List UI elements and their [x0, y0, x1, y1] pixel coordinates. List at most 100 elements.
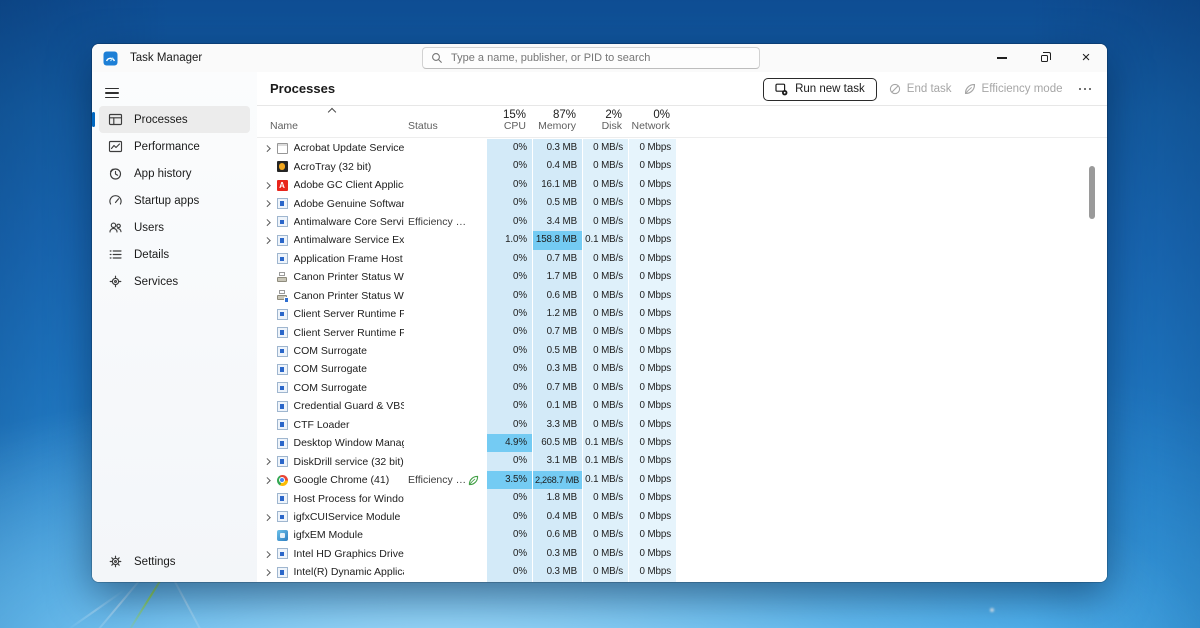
column-header-status[interactable]: Status: [408, 120, 438, 132]
cell-value: 0.5 MB: [532, 194, 582, 213]
search-input[interactable]: [451, 52, 751, 64]
cell-value: 0.7 MB: [532, 249, 582, 269]
process-row[interactable]: A Adobe GC Client Application (… 0%16.1 MB…: [257, 175, 1107, 195]
expand-chevron-icon[interactable]: [264, 458, 271, 465]
efficiency-leaf-icon: [468, 475, 479, 485]
sidebar-item-app-history[interactable]: App history: [99, 160, 250, 187]
process-name-cell: COM Surrogate: [257, 360, 404, 378]
efficiency-mode-button[interactable]: Efficiency mode: [964, 83, 1063, 95]
sidebar-item-processes[interactable]: Processes: [92, 106, 250, 133]
process-row[interactable]: Canon Printer Status Window 0%1.7 MB0 MB/…: [257, 268, 1107, 287]
process-row[interactable]: igfxEM Module 0% 0.6 MB 0 MB/s 0 Mbps: [257, 526, 1107, 545]
process-row[interactable]: CTF Loader 0% 3.3 MB 0 MB/s 0 Mbps: [257, 415, 1107, 434]
process-name-cell: Canon Printer Status Window …: [257, 287, 404, 305]
cell-value: 0%: [486, 452, 532, 471]
column-header-memory[interactable]: 87% Memory: [532, 106, 582, 137]
cell-value: 0.6 MB: [532, 526, 582, 545]
column-header-network[interactable]: 0% Network: [628, 106, 676, 137]
sort-ascending-icon: [327, 107, 337, 117]
cell-value: 0%: [486, 139, 532, 158]
process-row[interactable]: DiskDrill service (32 bit) 0% 3.1 MB 0.1 MB…: [257, 452, 1107, 471]
expand-chevron-icon[interactable]: [264, 145, 271, 152]
column-header-cpu[interactable]: 15% CPU: [486, 106, 532, 137]
column-header-disk[interactable]: 2% Disk: [582, 106, 628, 137]
process-status-cell: [404, 489, 486, 507]
process-name-cell: igfxCUIService Module: [257, 508, 404, 526]
menu-toggle-button[interactable]: [102, 80, 132, 106]
restore-button[interactable]: [1023, 44, 1065, 72]
search-box[interactable]: [422, 47, 760, 69]
process-row[interactable]: Application Frame Host 0% 0.7 MB 0 MB/s 0 Mb…: [257, 249, 1107, 269]
run-new-task-button[interactable]: Run new task: [763, 77, 877, 101]
process-row[interactable]: Adobe Genuine Software Servi…0%0.5 MB0 M…: [257, 194, 1107, 213]
sidebar-item-label: Startup apps: [134, 194, 200, 207]
process-row[interactable]: Desktop Window Manager 4.9%60.5 MB0.1 MB/…: [257, 434, 1107, 453]
cell-value: 0 MB/s: [582, 544, 628, 564]
sidebar-item-services[interactable]: Services: [99, 268, 250, 295]
app-window-icon: [276, 419, 288, 431]
expand-chevron-icon[interactable]: [264, 550, 271, 558]
expand-chevron-icon[interactable]: [264, 476, 271, 484]
more-options-button[interactable]: [1075, 87, 1096, 91]
process-row[interactable]: Intel HD Graphics Drivers for …0%0.3 MB0…: [257, 544, 1107, 564]
restore-icon: [1040, 52, 1051, 62]
sidebar-item-users[interactable]: Users: [99, 214, 250, 241]
process-row[interactable]: Intel(R) Dynamic Application L…0%0.3 MB0…: [257, 563, 1107, 582]
cell-value: 0.7 MB: [532, 323, 582, 342]
sidebar-item-performance[interactable]: Performance: [99, 133, 250, 160]
sidebar-item-startup-apps[interactable]: Startup apps: [99, 187, 250, 214]
process-row[interactable]: Credential Guard & VBS Key Is…0%0.1 MB0 …: [257, 397, 1107, 416]
process-status-cell: [404, 434, 486, 452]
sidebar-item-settings[interactable]: Settings: [99, 548, 250, 575]
process-name: COM Surrogate: [293, 363, 368, 376]
process-row[interactable]: COM Surrogate 0% 0.5 MB 0 MB/s 0 Mbps: [257, 341, 1107, 361]
cell-value: 4.9%: [486, 434, 532, 453]
process-row[interactable]: Host Process for Windows Tasks0%1.8 MB0 …: [257, 489, 1107, 508]
cell-value: 1.7 MB: [532, 268, 582, 287]
cell-value: 0%: [486, 323, 532, 342]
cell-value: 1.8 MB: [532, 489, 582, 508]
sidebar-item-label: Users: [134, 221, 165, 234]
process-status-cell: [404, 323, 486, 341]
cell-value: 0%: [486, 360, 532, 379]
process-row[interactable]: Google Chrome (41) Efficiency … 3.5% 2,268.…: [257, 470, 1107, 490]
process-row[interactable]: Canon Printer Status Window …0%0.6 MB0 M…: [257, 286, 1107, 305]
expand-chevron-icon[interactable]: [264, 200, 271, 207]
process-row[interactable]: Antimalware Service Executable 1.0%158.8 …: [257, 231, 1107, 250]
cell-value: 0 Mbps: [628, 249, 676, 269]
sidebar-item-label: App history: [134, 167, 192, 180]
process-name-cell: CTF Loader: [257, 416, 404, 434]
app-window-icon: [276, 548, 288, 560]
services-icon: [109, 275, 122, 288]
sidebar: Processes Performance App history Startup a…: [92, 72, 257, 582]
process-name-cell: Acrobat Update Service (32 bit): [257, 139, 404, 157]
expand-chevron-icon[interactable]: [264, 218, 271, 226]
process-row[interactable]: AcroTray (32 bit) 0% 0.4 MB 0 MB/s 0 Mbps: [257, 157, 1107, 176]
minimize-button[interactable]: [981, 44, 1023, 72]
scrollbar-thumb[interactable]: [1089, 166, 1095, 219]
cell-value: 0%: [486, 544, 532, 564]
process-row[interactable]: Client Server Runtime Process0%1.2 MB0 M…: [257, 304, 1107, 324]
cell-value: 0.1 MB/s: [582, 452, 628, 471]
cell-value: 16.1 MB: [532, 175, 582, 195]
sidebar-item-label: Details: [134, 248, 170, 261]
close-button[interactable]: [1065, 44, 1107, 72]
process-row[interactable]: COM Surrogate 0% 0.7 MB 0 MB/s 0 Mbps: [257, 378, 1107, 398]
sidebar-item-label: Services: [134, 275, 179, 288]
process-row[interactable]: Client Server Runtime Process0%0.7 MB0 M…: [257, 323, 1107, 342]
expand-chevron-icon[interactable]: [264, 569, 271, 576]
process-row[interactable]: COM Surrogate 0% 0.3 MB 0 MB/s 0 Mbps: [257, 360, 1107, 379]
expand-chevron-icon[interactable]: [264, 513, 271, 521]
app-window-icon: [276, 216, 288, 228]
process-row[interactable]: igfxCUIService Module 0% 0.4 MB 0 MB/s 0 Mbp…: [257, 507, 1107, 527]
end-task-button[interactable]: End task: [889, 83, 952, 95]
process-row[interactable]: Acrobat Update Service (32 bit)0%0.3 MB0…: [257, 139, 1107, 158]
sidebar-item-details[interactable]: Details: [99, 241, 250, 268]
process-row[interactable]: Antimalware Core Service Efficiency … 0% 3.…: [257, 212, 1107, 232]
more-options-icon: [1078, 87, 1081, 91]
toolbar: Run new task End task Efficiency mode: [763, 76, 1095, 102]
expand-chevron-icon[interactable]: [264, 237, 271, 244]
cell-value: 0 MB/s: [582, 157, 628, 176]
column-header-name[interactable]: Name: [270, 120, 298, 132]
expand-chevron-icon[interactable]: [264, 181, 271, 189]
